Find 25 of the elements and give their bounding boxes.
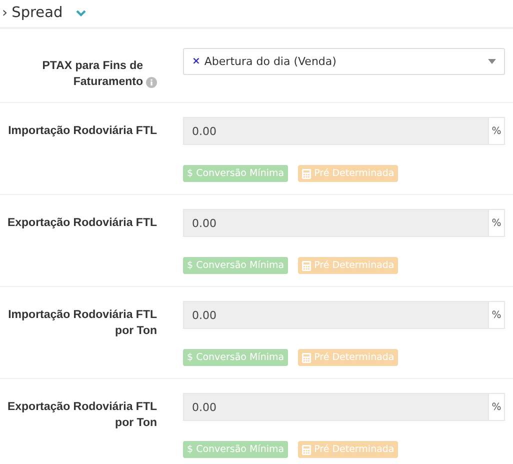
field-label: Importação Rodoviária FTL por Ton	[8, 309, 157, 337]
calculator-icon	[302, 168, 312, 178]
calculator-icon	[302, 260, 312, 270]
unit-addon: %	[488, 301, 505, 329]
selected-option: Abertura do dia (Venda)	[204, 55, 336, 68]
caret-icon	[488, 59, 496, 64]
info-icon[interactable]	[146, 77, 157, 88]
calculator-icon	[302, 444, 312, 454]
select-field[interactable]: × Abertura do dia (Venda)	[183, 48, 505, 75]
rate-input[interactable]: 0.00	[183, 393, 488, 421]
remove-tag-icon[interactable]: ×	[192, 56, 200, 67]
unit-addon: %	[488, 209, 505, 237]
field-label: Exportação Rodoviária FTL	[7, 217, 157, 229]
rate-input[interactable]: 0.00	[183, 301, 488, 329]
rate-input[interactable]: 0.00	[183, 117, 488, 145]
section-title: Spread	[12, 4, 63, 20]
breadcrumb-arrow: ›	[2, 4, 8, 20]
field-label: Exportação Rodoviária FTL por Ton	[7, 401, 157, 429]
chevron-icon[interactable]	[74, 8, 87, 16]
field-label: PTAX para Fins de Faturamento	[41, 59, 143, 90]
rate-input[interactable]: 0.00	[183, 209, 488, 237]
field-label: Importação Rodoviária FTL	[8, 125, 157, 137]
calculator-icon	[302, 352, 312, 362]
unit-addon: %	[488, 117, 505, 145]
unit-addon: %	[488, 393, 505, 421]
